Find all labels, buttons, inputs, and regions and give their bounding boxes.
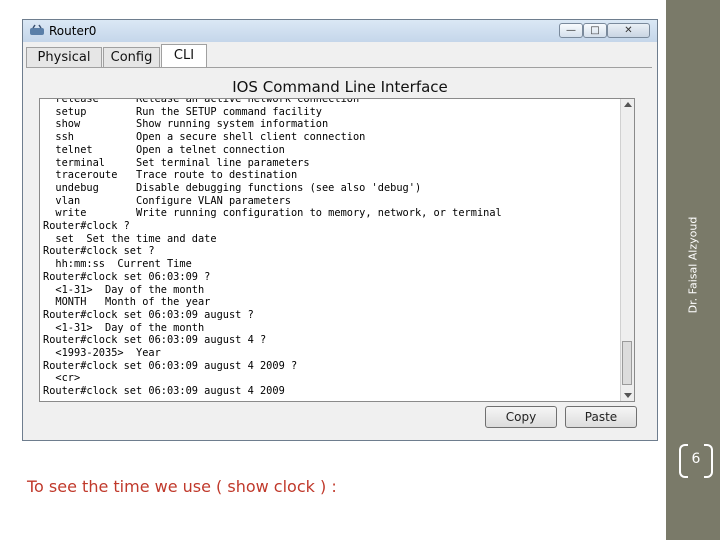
terminal-line: vlan Configure VLAN parameters bbox=[55, 194, 291, 207]
terminal-line: Router#clock ? bbox=[43, 220, 130, 233]
maximize-button[interactable]: □ bbox=[583, 23, 607, 38]
terminal-line: Router#clock set ? bbox=[43, 245, 155, 258]
terminal-line: MONTH Month of the year bbox=[55, 296, 211, 309]
slide-caption: To see the time we use ( show clock ) : bbox=[27, 477, 337, 496]
close-button[interactable]: ✕ bbox=[607, 23, 650, 38]
terminal-line: setup Run the SETUP command facility bbox=[55, 105, 322, 118]
minimize-button[interactable]: — bbox=[559, 23, 583, 38]
terminal-line: Router#clock set 06:03:09 ? bbox=[43, 270, 211, 283]
terminal-line: set Set the time and date bbox=[55, 232, 217, 245]
terminal-line: <1993-2035> Year bbox=[55, 347, 161, 360]
paste-button[interactable]: Paste bbox=[565, 406, 637, 428]
maximize-icon: □ bbox=[590, 25, 600, 36]
terminal-line: Router#clock set 06:03:09 august ? bbox=[43, 308, 254, 321]
tab-cli[interactable]: CLI bbox=[161, 44, 207, 68]
close-icon: ✕ bbox=[624, 25, 633, 36]
tab-config[interactable]: Config bbox=[103, 47, 160, 68]
window-title: Router0 bbox=[49, 24, 97, 38]
copy-button[interactable]: Copy bbox=[485, 406, 557, 428]
terminal-line: terminal Set terminal line parameters bbox=[55, 156, 310, 169]
tab-physical[interactable]: Physical bbox=[26, 47, 102, 68]
terminal-output: release Release an active network connec… bbox=[43, 98, 502, 398]
terminal-line: show Show running system information bbox=[55, 118, 329, 131]
page-number: 6 bbox=[691, 451, 701, 467]
minimize-icon: — bbox=[566, 25, 576, 36]
slide: Router0 — □ ✕ Physical Config CLI IOS Co… bbox=[0, 0, 720, 540]
terminal-scrollbar[interactable] bbox=[620, 99, 634, 401]
terminal-line: traceroute Trace route to destination bbox=[55, 169, 298, 182]
terminal-line: <1-31> Day of the month bbox=[55, 321, 205, 334]
terminal-line: Router#clock set 06:03:09 august 4 2009 bbox=[43, 385, 285, 398]
terminal-line: <1-31> Day of the month bbox=[55, 283, 205, 296]
terminal-line: telnet Open a telnet connection bbox=[55, 143, 285, 156]
scroll-down-arrow-icon[interactable] bbox=[624, 393, 632, 398]
terminal-line: Router#clock set 06:03:09 august 4 2009 … bbox=[43, 359, 298, 372]
terminal-line: write Write running configuration to mem… bbox=[55, 207, 502, 220]
terminal-line: undebug Disable debugging functions (see… bbox=[55, 181, 422, 194]
author-name: Dr. Faisal Alzyoud bbox=[686, 216, 700, 314]
router-app-icon bbox=[30, 24, 44, 35]
cli-heading: IOS Command Line Interface bbox=[232, 78, 448, 96]
tab-divider bbox=[26, 67, 652, 68]
page-number-badge: 6 bbox=[679, 444, 713, 478]
router-window: Router0 — □ ✕ Physical Config CLI IOS Co… bbox=[22, 19, 658, 441]
terminal-line: Router#clock set 06:03:09 august 4 ? bbox=[43, 334, 267, 347]
title-bar[interactable]: Router0 — □ ✕ bbox=[23, 20, 657, 42]
terminal-line: hh:mm:ss Current Time bbox=[55, 258, 192, 271]
terminal-line: ssh Open a secure shell client connectio… bbox=[55, 131, 366, 144]
cli-terminal[interactable]: release Release an active network connec… bbox=[39, 98, 635, 402]
terminal-line: release Release an active network connec… bbox=[55, 98, 360, 105]
scroll-up-arrow-icon[interactable] bbox=[624, 102, 632, 107]
terminal-line: <cr> bbox=[55, 372, 81, 385]
scroll-thumb[interactable] bbox=[622, 341, 632, 385]
